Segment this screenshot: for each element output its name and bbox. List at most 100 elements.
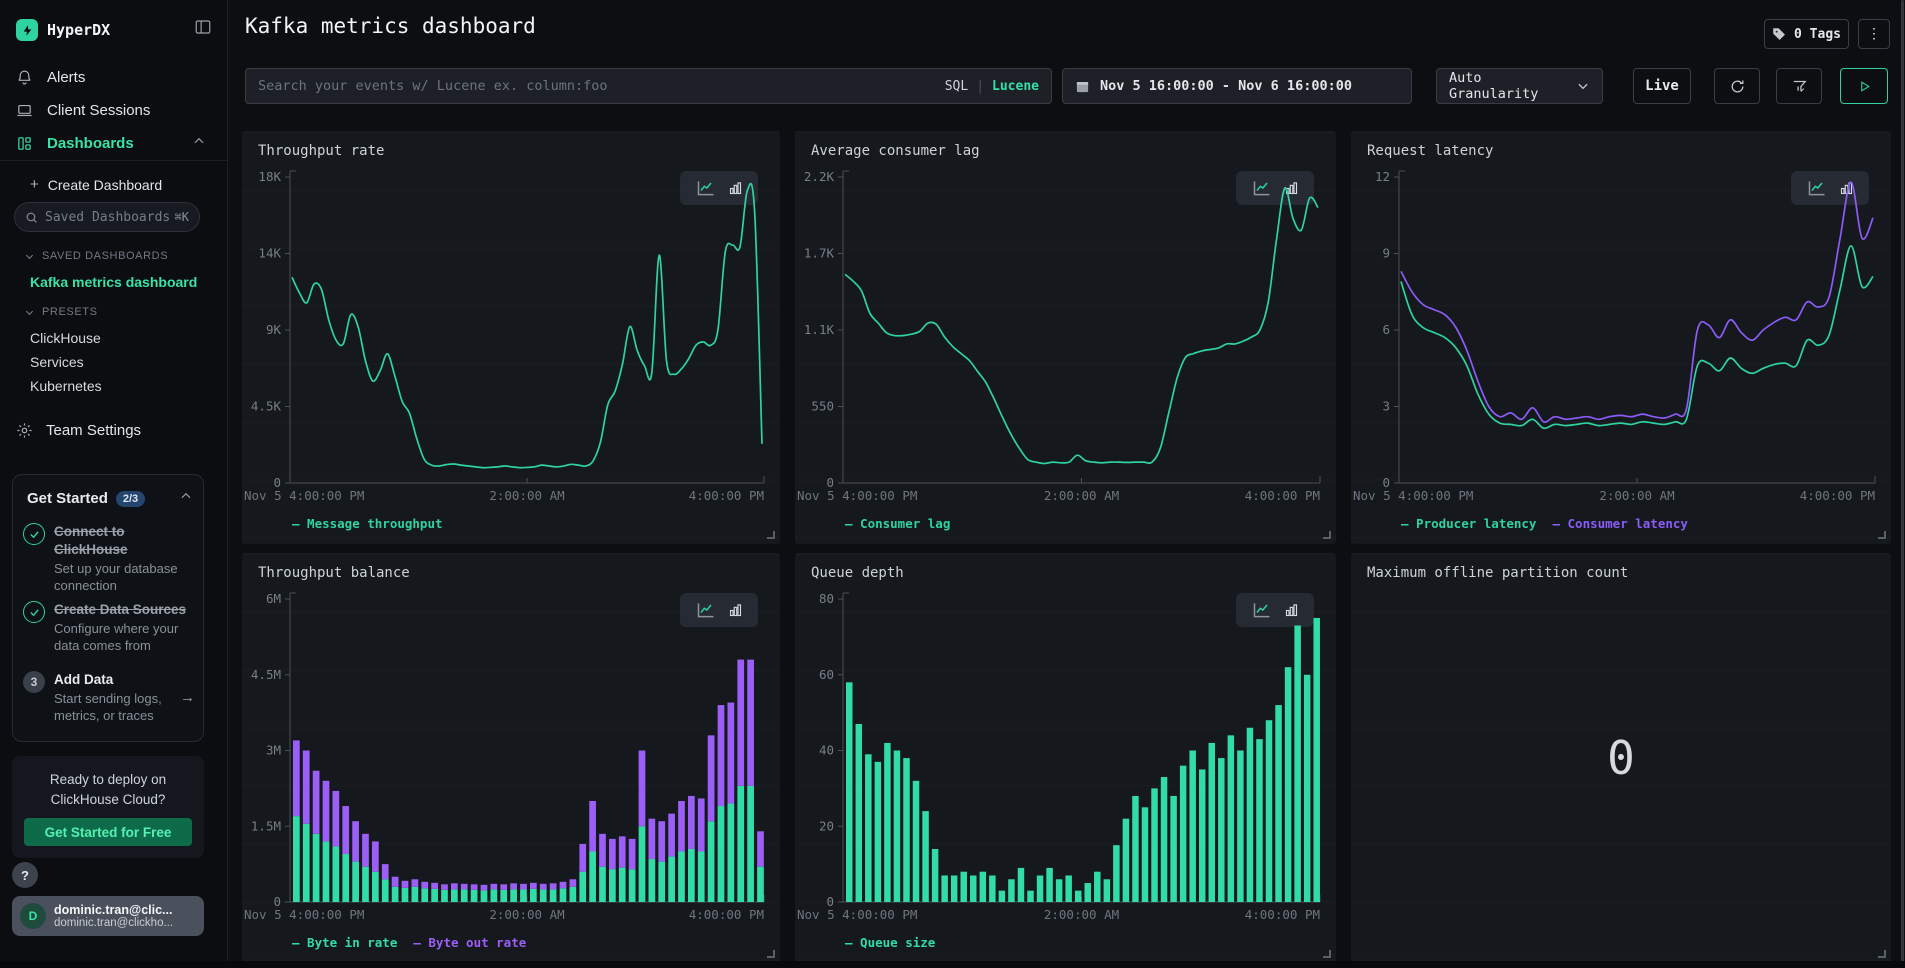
logo: HyperDX — [16, 16, 212, 44]
sidebar-item-kubernetes[interactable]: Kubernetes — [30, 378, 102, 394]
check-circle-icon — [23, 601, 45, 623]
get-started-free-button[interactable]: Get Started for Free — [24, 818, 192, 846]
svg-text:Nov 5 4:00:00 PM: Nov 5 4:00:00 PM — [797, 488, 917, 503]
bell-icon — [16, 69, 34, 86]
get-started-step-3[interactable]: 3 Add Data Start sending logs, metrics, … — [23, 671, 195, 725]
shortcut-badge: ⌘K — [175, 210, 189, 224]
svg-text:Nov 5 4:00:00 PM: Nov 5 4:00:00 PM — [797, 907, 917, 922]
tags-button[interactable]: 0 Tags — [1764, 19, 1849, 49]
sidebar-item-team-settings[interactable]: Team Settings — [16, 422, 141, 439]
svg-text:18K: 18K — [258, 169, 281, 184]
user-email: dominic.tran@clickho... — [54, 917, 173, 929]
sidebar-item-clickhouse[interactable]: ClickHouse — [30, 330, 101, 346]
saved-dashboards-search[interactable]: Saved Dashboards ⌘K — [14, 202, 200, 232]
user-menu[interactable]: D dominic.tran@clic... dominic.tran@clic… — [12, 896, 204, 936]
lucene-mode-toggle[interactable]: Lucene — [992, 79, 1039, 94]
svg-text:2:00:00 AM: 2:00:00 AM — [489, 488, 564, 503]
svg-text:20: 20 — [819, 818, 834, 833]
svg-text:3: 3 — [1382, 399, 1390, 414]
svg-text:4:00:00 PM: 4:00:00 PM — [1245, 488, 1320, 503]
svg-text:14K: 14K — [258, 246, 281, 261]
chevron-up-icon[interactable] — [179, 489, 193, 508]
create-dashboard-button[interactable]: + Create Dashboard — [30, 176, 162, 193]
filter-icon — [1791, 78, 1808, 95]
chart-canvas: 05501.1K1.7K2.2KNov 5 4:00:00 PM2:00:00 … — [795, 131, 1336, 544]
svg-text:2:00:00 AM: 2:00:00 AM — [1044, 488, 1119, 503]
get-started-step-2[interactable]: Create Data Sources Configure where your… — [23, 601, 195, 655]
sidebar-collapse-icon[interactable] — [194, 18, 212, 41]
svg-text:40: 40 — [819, 743, 834, 758]
get-started-title: Get Started — [27, 490, 108, 507]
saved-dashboards-section[interactable]: SAVED DASHBOARDS — [24, 250, 168, 262]
chart-canvas: 036912Nov 5 4:00:00 PM2:00:00 AM4:00:00 … — [1351, 131, 1891, 544]
sidebar-item-client-sessions[interactable]: Client Sessions — [16, 97, 212, 123]
granularity-select[interactable]: Auto Granularity — [1436, 68, 1603, 104]
legend-item: — Byte in rate — [292, 935, 397, 950]
svg-text:4.5M: 4.5M — [251, 667, 281, 682]
sidebar-item-kafka-dashboard[interactable]: Kafka metrics dashboard — [30, 274, 197, 290]
logo-text: HyperDX — [47, 21, 110, 39]
chart-panel-request-latency: Request latency036912Nov 5 4:00:00 PM2:0… — [1351, 131, 1891, 544]
play-icon — [1858, 80, 1871, 93]
filter-button[interactable] — [1776, 68, 1822, 104]
help-button[interactable]: ? — [12, 862, 38, 888]
sidebar-item-dashboards[interactable]: Dashboards — [16, 130, 212, 156]
get-started-card: Get Started 2/3 Connect to ClickHouse Se… — [12, 474, 204, 742]
avatar: D — [20, 903, 46, 929]
page-title: Kafka metrics dashboard — [245, 14, 536, 38]
svg-text:Nov 5 4:00:00 PM: Nov 5 4:00:00 PM — [244, 907, 364, 922]
more-options-button[interactable]: ⋮ — [1858, 19, 1890, 49]
svg-text:1.1K: 1.1K — [804, 322, 835, 337]
search-input[interactable] — [258, 78, 945, 94]
arrow-right-icon: → — [180, 689, 195, 706]
sidebar-item-alerts[interactable]: Alerts — [16, 64, 212, 90]
run-query-button[interactable] — [1840, 68, 1888, 104]
chevron-up-icon[interactable] — [192, 134, 206, 152]
chevron-down-icon — [1576, 79, 1590, 93]
bottom-strip — [0, 961, 1905, 968]
date-range-picker[interactable]: Nov 5 16:00:00 - Nov 6 16:00:00 — [1062, 68, 1412, 104]
divider — [0, 160, 228, 161]
chart-canvas: 01.5M3M4.5M6MNov 5 4:00:00 PM2:00:00 AM4… — [242, 553, 780, 963]
svg-text:2.2K: 2.2K — [804, 169, 835, 184]
svg-text:9: 9 — [1382, 246, 1390, 261]
chart-legend: — Message throughput — [292, 516, 443, 531]
svg-text:6: 6 — [1382, 322, 1390, 337]
get-started-step-1[interactable]: Connect to ClickHouse Set up your databa… — [23, 523, 195, 595]
scrollbar[interactable] — [1901, 0, 1904, 968]
check-circle-icon — [23, 523, 45, 545]
refresh-button[interactable] — [1714, 68, 1760, 104]
svg-text:4:00:00 PM: 4:00:00 PM — [1800, 488, 1875, 503]
svg-text:4.5K: 4.5K — [251, 399, 282, 414]
sidebar-item-label: Dashboards — [47, 135, 134, 152]
chart-canvas: 020406080Nov 5 4:00:00 PM2:00:00 AM4:00:… — [795, 553, 1336, 963]
sidebar-item-services[interactable]: Services — [30, 354, 84, 370]
chart-legend: — Consumer lag — [845, 516, 950, 531]
saved-search-placeholder: Saved Dashboards — [45, 210, 175, 225]
chart-panel-throughput-balance: Throughput balance01.5M3M4.5M6MNov 5 4:0… — [242, 553, 780, 963]
promo-text: Ready to deploy on — [12, 770, 204, 790]
legend-item: — Consumer latency — [1552, 516, 1687, 531]
svg-text:80: 80 — [819, 591, 834, 606]
chart-legend: — Producer latency— Consumer latency — [1401, 516, 1688, 531]
presets-section[interactable]: PRESETS — [24, 306, 98, 318]
legend-item: — Queue size — [845, 935, 935, 950]
svg-text:2:00:00 AM: 2:00:00 AM — [489, 907, 564, 922]
sidebar: HyperDX Alerts Client Sessions Dashboard… — [0, 0, 228, 968]
chart-panel-offline-partition-count: Maximum offline partition count0 — [1351, 553, 1891, 963]
sql-mode-toggle[interactable]: SQL — [945, 79, 968, 94]
plus-icon: + — [30, 176, 39, 193]
main-content: Kafka metrics dashboard 0 Tags ⋮ SQL | L… — [228, 0, 1905, 968]
svg-text:550: 550 — [811, 399, 834, 414]
promo-text: ClickHouse Cloud? — [12, 790, 204, 810]
legend-item: — Consumer lag — [845, 516, 950, 531]
big-number-value: 0 — [1351, 553, 1891, 963]
calendar-icon — [1075, 79, 1090, 94]
event-search[interactable]: SQL | Lucene — [245, 68, 1052, 104]
live-button[interactable]: Live — [1633, 68, 1691, 104]
hyperdx-logo-icon — [16, 19, 38, 41]
chart-panel-throughput-rate: Throughput rate04.5K9K14K18KNov 5 4:00:0… — [242, 131, 780, 544]
svg-text:4:00:00 PM: 4:00:00 PM — [689, 907, 764, 922]
laptop-icon — [16, 102, 34, 119]
chart-legend: — Queue size — [845, 935, 935, 950]
